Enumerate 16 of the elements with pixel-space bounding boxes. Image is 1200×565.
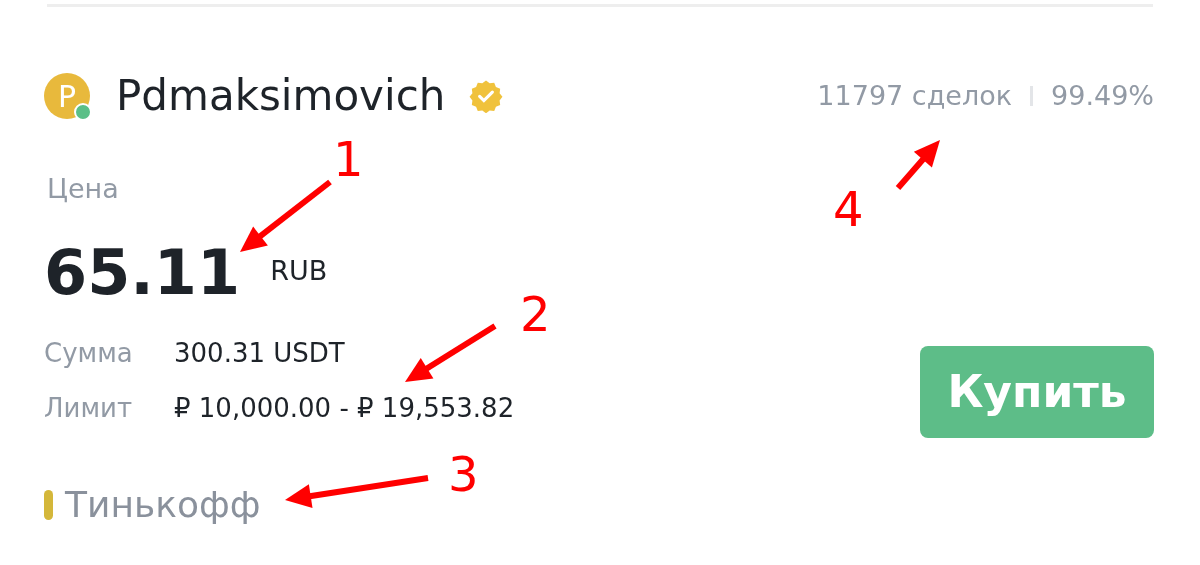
payment-method: Тинькофф bbox=[65, 482, 261, 527]
detail-label: Лимит bbox=[44, 391, 134, 425]
price-value: 65.11 bbox=[44, 241, 241, 304]
completion-rate: 99.49% bbox=[1051, 78, 1154, 113]
detail-value: ₽ 10,000.00 - ₽ 19,553.82 bbox=[174, 391, 515, 425]
price-currency: RUB bbox=[270, 254, 328, 288]
merchant-name[interactable]: Pdmaksimovich bbox=[116, 75, 446, 117]
trade-count: 11797 сделок bbox=[817, 78, 1013, 113]
annotation-number: 3 bbox=[448, 450, 479, 498]
detail-value: 300.31 USDT bbox=[174, 336, 345, 370]
annotation-number: 1 bbox=[333, 135, 364, 183]
annotation-number: 4 bbox=[833, 185, 864, 233]
avatar: P bbox=[44, 73, 90, 119]
detail-label: Сумма bbox=[44, 336, 134, 370]
price-label: Цена bbox=[47, 172, 119, 206]
annotation-number: 2 bbox=[520, 290, 551, 338]
